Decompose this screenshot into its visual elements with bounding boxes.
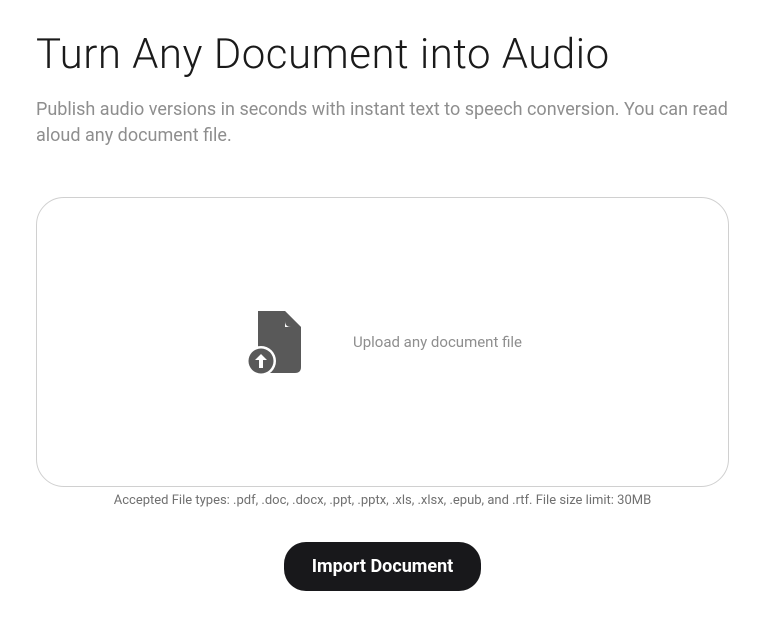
import-document-button[interactable]: Import Document bbox=[284, 542, 482, 591]
import-row: Import Document bbox=[36, 542, 729, 591]
page-subtitle: Publish audio versions in seconds with i… bbox=[36, 97, 729, 149]
accepted-file-types: Accepted File types: .pdf, .doc, .docx, … bbox=[36, 493, 729, 508]
upload-dropzone[interactable]: Upload any document file bbox=[36, 197, 729, 487]
page-title: Turn Any Document into Audio bbox=[36, 30, 729, 79]
upload-dropzone-label: Upload any document file bbox=[353, 333, 522, 351]
file-upload-icon bbox=[243, 307, 313, 377]
